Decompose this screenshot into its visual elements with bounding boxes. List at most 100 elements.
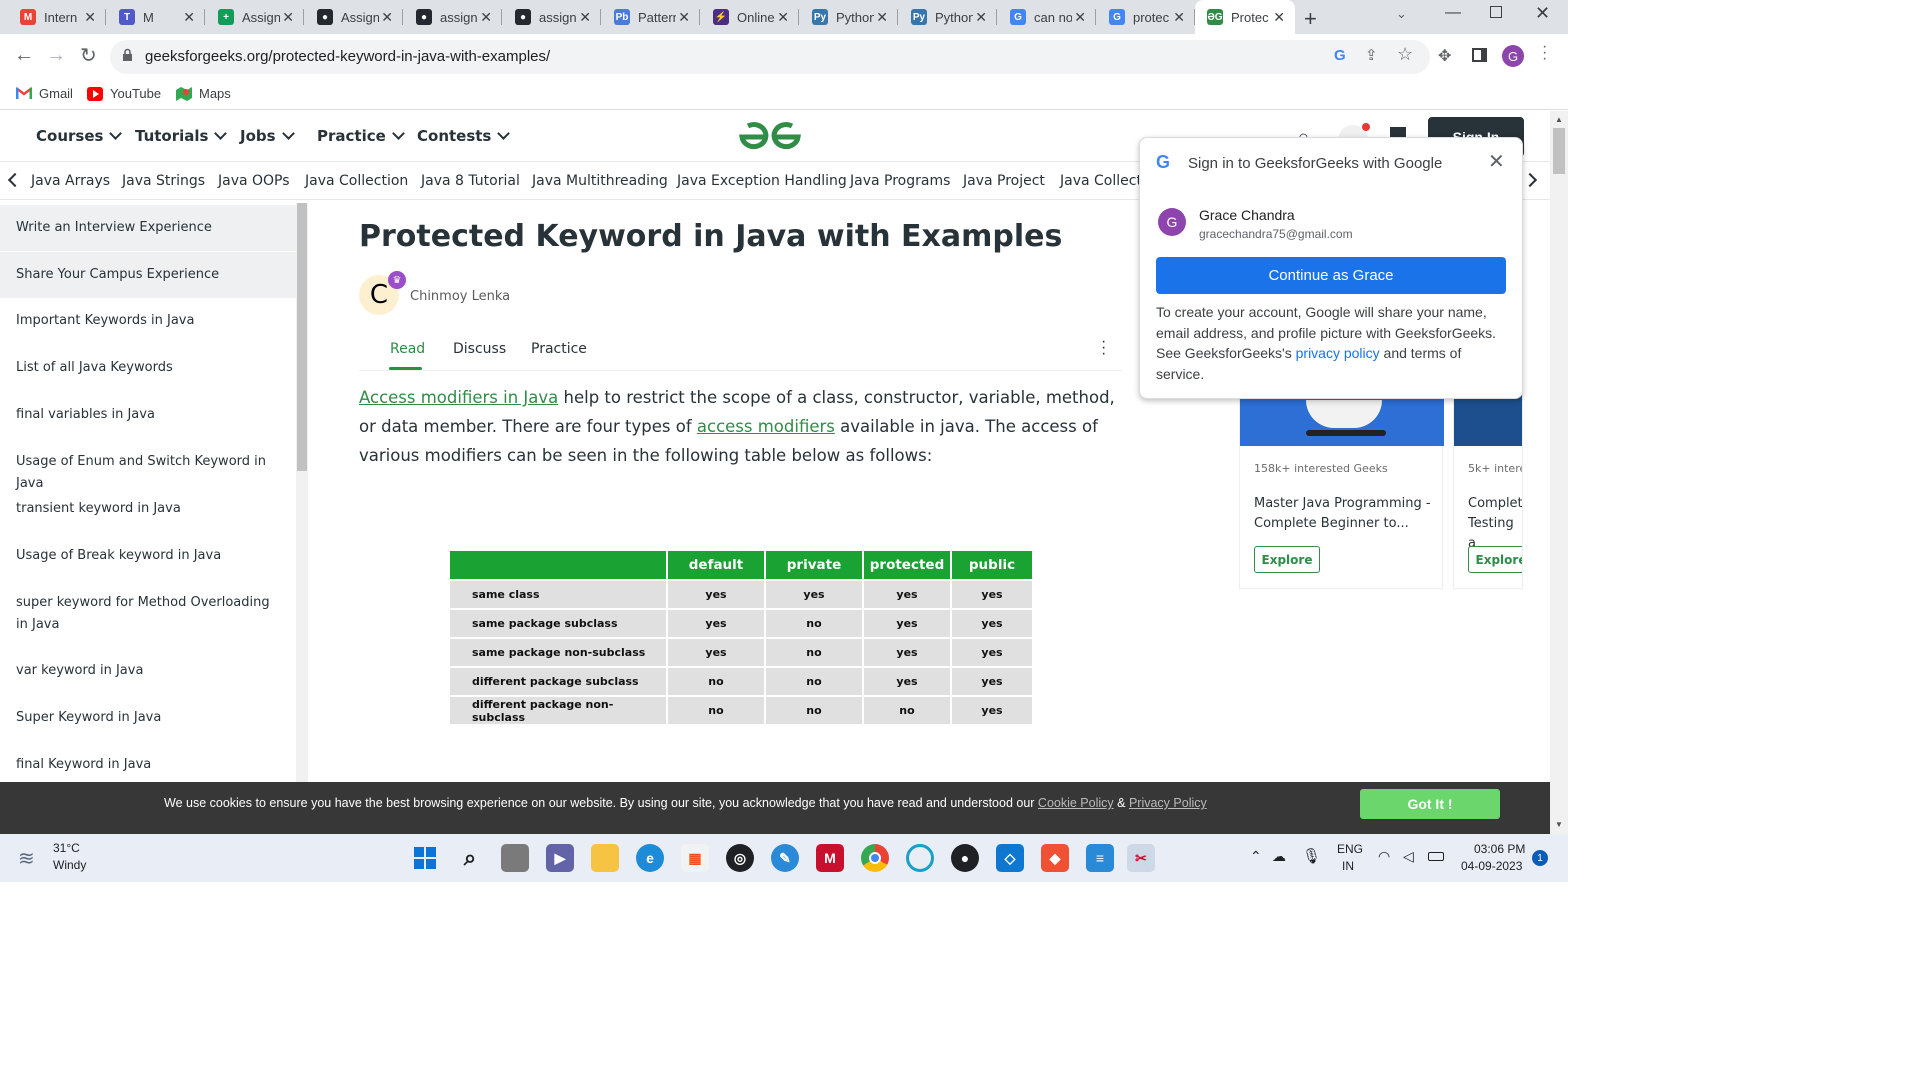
subnav-java-oops[interactable]: Java OOPs <box>218 173 290 189</box>
sidebar-item[interactable]: final Keyword in Java <box>0 754 296 776</box>
task-view-icon[interactable] <box>501 844 529 872</box>
course-title[interactable]: Master Java Programming - Complete Begin… <box>1254 494 1434 534</box>
edge-icon[interactable]: e <box>636 844 664 872</box>
forward-icon[interactable]: → <box>46 44 66 67</box>
tool-icon[interactable]: ✎ <box>771 844 799 872</box>
github-desktop-icon[interactable]: ● <box>951 844 979 872</box>
browser-tab[interactable]: ● assign ✕ <box>404 0 502 34</box>
browser-tab[interactable]: T M ✕ <box>107 0 205 34</box>
browser-tab[interactable]: Gcan no ✕ <box>998 0 1096 34</box>
bookmark-youtube[interactable]: YouTube <box>87 86 161 101</box>
cortana-icon[interactable] <box>906 844 934 872</box>
subnav-java-collections[interactable]: Java Collecti <box>1060 173 1146 189</box>
author-name[interactable]: Chinmoy Lenka <box>410 289 510 304</box>
google-translate-icon[interactable]: G <box>1334 47 1346 64</box>
nav-contests[interactable]: Contests <box>417 127 511 145</box>
close-window-icon[interactable]: ✕ <box>1535 3 1550 24</box>
course-card[interactable]: 158k+ interested Geeks Master Java Progr… <box>1239 393 1444 589</box>
maximize-icon[interactable] <box>1490 6 1502 18</box>
browser-tab[interactable]: ● assign ✕ <box>503 0 601 34</box>
browser-tab[interactable]: Pb Pattern ✕ <box>602 0 700 34</box>
tray-chevron-icon[interactable]: ⌃ <box>1250 848 1262 865</box>
close-tab-icon[interactable]: ✕ <box>1074 9 1086 26</box>
sidebar-item[interactable]: Usage of Break keyword in Java <box>0 545 296 567</box>
sidebar-item[interactable]: var keyword in Java <box>0 660 296 682</box>
close-tab-icon[interactable]: ✕ <box>1173 9 1185 26</box>
close-tab-icon[interactable]: ✕ <box>579 9 591 26</box>
scroll-thumb[interactable] <box>1553 128 1565 174</box>
nav-practice[interactable]: Practice <box>317 127 405 145</box>
minimize-icon[interactable]: — <box>1445 4 1461 22</box>
scroll-thumb[interactable] <box>297 203 307 471</box>
sidepanel-icon[interactable] <box>1472 48 1487 62</box>
start-icon[interactable] <box>411 844 439 872</box>
close-tab-icon[interactable]: ✕ <box>975 9 987 26</box>
wifi-icon[interactable]: ◠ <box>1378 848 1390 865</box>
browser-tab[interactable]: Py Python ✕ <box>899 0 997 34</box>
more-options-icon[interactable]: · · · <box>1101 334 1106 362</box>
subnav-java-multithreading[interactable]: Java Multithreading <box>532 173 668 189</box>
sidebar-item-campus[interactable]: Share Your Campus Experience <box>0 252 296 298</box>
explore-button[interactable]: Explore <box>1468 546 1522 573</box>
nav-tutorials[interactable]: Tutorials <box>135 127 228 145</box>
scroll-up-icon[interactable]: ▲ <box>1555 115 1563 124</box>
browser-tab[interactable]: Gprotec ✕ <box>1097 0 1195 34</box>
close-tab-icon[interactable]: ✕ <box>381 9 393 26</box>
vscode-icon[interactable]: ◇ <box>996 844 1024 872</box>
tab-discuss[interactable]: Discuss <box>453 341 506 357</box>
language-eng[interactable]: ENG <box>1337 842 1363 856</box>
course-title[interactable]: Complet Testing a <box>1468 494 1522 554</box>
chevron-right-icon[interactable] <box>1522 172 1538 188</box>
close-tab-icon[interactable]: ✕ <box>876 9 888 26</box>
explore-button[interactable]: Explore <box>1254 546 1320 573</box>
subnav-java-programs[interactable]: Java Programs <box>850 173 950 189</box>
weather-icon[interactable]: ≋ <box>18 846 35 871</box>
access-modifiers-link[interactable]: Access modifiers in Java <box>359 388 558 407</box>
nav-jobs[interactable]: Jobs <box>240 127 295 145</box>
gfg-logo[interactable] <box>738 119 802 155</box>
subnav-java-strings[interactable]: Java Strings <box>122 173 205 189</box>
menu-kebab-icon[interactable]: · · · <box>1542 39 1547 67</box>
sidebar-item[interactable]: super keyword for Method Overloading in … <box>0 592 296 636</box>
chat-icon[interactable]: ▶ <box>546 844 574 872</box>
chevron-left-icon[interactable] <box>7 172 23 188</box>
close-icon[interactable]: ✕ <box>1488 149 1505 174</box>
weather-desc[interactable]: Windy <box>53 858 86 872</box>
share-icon[interactable]: ⇪ <box>1365 46 1378 64</box>
weather-temp[interactable]: 31°C <box>53 841 80 855</box>
close-tab-icon[interactable]: ✕ <box>84 9 96 26</box>
cookie-policy-link[interactable]: Cookie Policy <box>1038 796 1114 810</box>
sidebar-item[interactable]: Super Keyword in Java <box>0 707 296 729</box>
app-icon[interactable]: ◎ <box>726 844 754 872</box>
search-icon[interactable]: ⌕ <box>456 844 484 872</box>
address-bar[interactable]: geeksforgeeks.org/protected-keyword-in-j… <box>110 40 1430 74</box>
mcafee-icon[interactable]: M <box>816 844 844 872</box>
subnav-java-exception[interactable]: Java Exception Handling <box>677 173 847 189</box>
close-tab-icon[interactable]: ✕ <box>183 9 195 26</box>
battery-icon[interactable] <box>1428 852 1444 861</box>
close-tab-icon[interactable]: ✕ <box>282 9 294 26</box>
bookmark-maps[interactable]: Maps <box>176 86 231 101</box>
sidebar-item[interactable]: transient keyword in Java <box>0 498 296 520</box>
git-icon[interactable]: ◆ <box>1041 844 1069 872</box>
subnav-java-arrays[interactable]: Java Arrays <box>31 173 110 189</box>
url-text[interactable]: geeksforgeeks.org/protected-keyword-in-j… <box>145 48 550 65</box>
course-card[interactable]: 5k+ intere Complet Testing a Explore <box>1453 393 1523 589</box>
tab-search-icon[interactable]: ⌄ <box>1396 6 1407 22</box>
sidebar-item[interactable]: List of all Java Keywords <box>0 357 296 379</box>
notification-badge[interactable]: 1 <box>1532 850 1548 866</box>
language-in[interactable]: IN <box>1342 859 1354 873</box>
tab-practice[interactable]: Practice <box>531 341 587 357</box>
tab-read[interactable]: Read <box>390 341 425 357</box>
onedrive-icon[interactable]: ☁ <box>1272 848 1286 865</box>
reload-icon[interactable]: ↻ <box>80 43 97 68</box>
clock-date[interactable]: 04-09-2023 <box>1461 859 1522 873</box>
close-tab-icon[interactable]: ✕ <box>777 9 789 26</box>
sidebar-scrollbar[interactable] <box>296 203 308 834</box>
access-modifiers-link-2[interactable]: access modifiers <box>697 417 835 436</box>
bookmark-gmail[interactable]: Gmail <box>15 86 73 101</box>
sidebar-item-interview[interactable]: Write an Interview Experience <box>0 205 296 251</box>
subnav-java8-tutorial[interactable]: Java 8 Tutorial <box>421 173 520 189</box>
sidebar-item[interactable]: final variables in Java <box>0 404 296 426</box>
sidebar-item[interactable]: Important Keywords in Java <box>0 310 296 332</box>
